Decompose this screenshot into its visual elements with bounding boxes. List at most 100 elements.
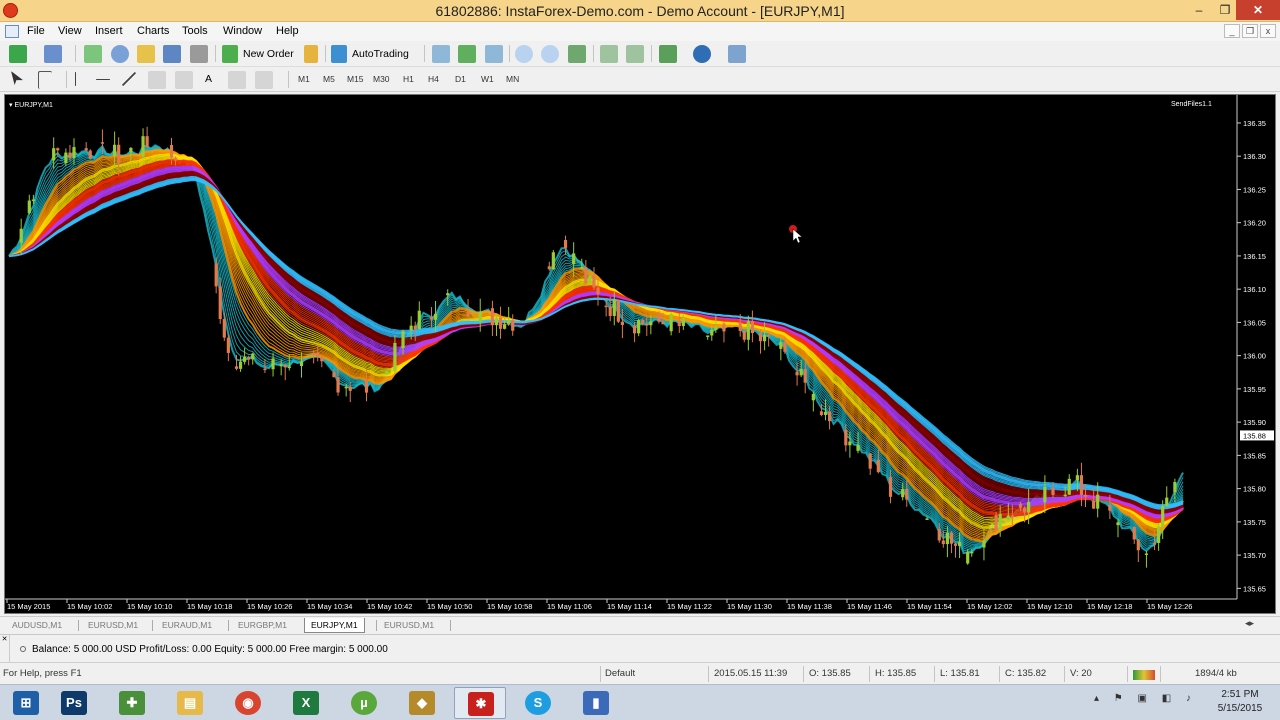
candle-body xyxy=(551,252,555,270)
status-profile[interactable]: Default xyxy=(605,668,635,679)
timeframe-m30[interactable]: M30 xyxy=(373,74,390,84)
terminal-close-button[interactable]: ✕ xyxy=(0,635,10,663)
moving-average-line xyxy=(8,164,1184,520)
zoom-out-icon[interactable] xyxy=(541,45,559,63)
zoom-in-icon[interactable] xyxy=(515,45,533,63)
taskbar-photoshop[interactable]: Ps xyxy=(48,687,100,719)
taskbar-file-explorer[interactable]: ▤ xyxy=(164,687,216,719)
menu-charts[interactable]: Charts xyxy=(137,25,169,37)
price-chart[interactable]: ▾ EURJPY,M1 SendFiles1.1 136.35 136.30 136… xyxy=(4,94,1276,614)
menu-file[interactable]: File xyxy=(27,25,45,37)
auto-trading-button[interactable]: AutoTrading xyxy=(352,48,409,60)
market-watch-icon[interactable] xyxy=(84,45,102,63)
auto-scroll-icon[interactable] xyxy=(626,45,644,63)
tabs-scroll-icon[interactable]: ◂▸ xyxy=(1245,618,1254,629)
timeframe-m15[interactable]: M15 xyxy=(347,74,364,84)
moving-average-line xyxy=(8,173,1184,513)
tab-audusd[interactable]: AUDUSD,M1 xyxy=(6,618,68,633)
mdi-minimize-button[interactable]: _ xyxy=(1224,24,1240,38)
taskbar-chrome[interactable]: ◉ xyxy=(222,687,274,719)
taskbar-skype[interactable]: S xyxy=(512,687,564,719)
data-window-icon[interactable] xyxy=(111,45,129,63)
tab-eurusd-2[interactable]: EURUSD,M1 xyxy=(378,618,440,633)
candle-body xyxy=(72,147,76,158)
menu-view[interactable]: View xyxy=(58,25,82,37)
arrows-icon[interactable] xyxy=(255,71,273,89)
clock[interactable]: 2:51 PM 5/15/2015 xyxy=(1208,688,1272,716)
tab-eurjpy[interactable]: EURJPY,M1 xyxy=(304,618,365,633)
status-bar: For Help, press F1 Default 2015.05.15 11… xyxy=(0,662,1280,684)
timeframe-m5[interactable]: M5 xyxy=(323,74,335,84)
crosshair-icon[interactable] xyxy=(38,71,52,89)
moving-average-line xyxy=(8,162,1184,521)
mdi-close-button[interactable]: x xyxy=(1260,24,1276,38)
taskbar-metatrader[interactable]: ✱ xyxy=(454,687,506,719)
taskbar-utorrent[interactable]: µ xyxy=(338,687,390,719)
candle-body xyxy=(596,287,600,295)
menu-help[interactable]: Help xyxy=(276,25,299,37)
new-order-button[interactable]: New Order xyxy=(243,48,294,60)
tab-eurusd[interactable]: EURUSD,M1 xyxy=(82,618,144,633)
horizontal-line-icon[interactable] xyxy=(96,79,110,80)
timeframe-h4[interactable]: H4 xyxy=(428,74,439,84)
start-button[interactable]: ⊞ xyxy=(0,687,52,719)
moving-average-line xyxy=(8,166,1184,519)
menu-insert[interactable]: Insert xyxy=(95,25,123,37)
profiles-icon[interactable] xyxy=(44,45,62,63)
vertical-line-icon[interactable] xyxy=(75,72,76,86)
minimize-button[interactable]: ‒ xyxy=(1186,0,1212,20)
meta-editor-icon[interactable] xyxy=(304,45,318,63)
candle-body xyxy=(100,142,105,144)
tile-windows-icon[interactable] xyxy=(568,45,586,63)
channel-icon[interactable] xyxy=(148,71,166,89)
timeframe-d1[interactable]: D1 xyxy=(455,74,466,84)
timeframe-h1[interactable]: H1 xyxy=(403,74,414,84)
periods-icon[interactable] xyxy=(693,45,711,63)
connection-status-icon[interactable] xyxy=(1133,670,1155,680)
chart-plot[interactable]: 136.35 136.30 136.25 136.20 136.15 136.10 136.… xyxy=(5,95,1277,615)
timeframe-w1[interactable]: W1 xyxy=(481,74,494,84)
line-chart-icon[interactable] xyxy=(485,45,503,63)
candle-body xyxy=(572,253,576,265)
taskbar-camtasia[interactable]: ✚ xyxy=(106,687,158,719)
moving-average-line xyxy=(8,165,1184,519)
candle-body xyxy=(31,199,35,201)
auto-trading-icon[interactable] xyxy=(331,45,347,63)
trendline-icon[interactable] xyxy=(122,72,136,86)
maximize-button[interactable]: ❐ xyxy=(1212,0,1238,20)
menu-tools[interactable]: Tools xyxy=(182,25,208,37)
chart-shift-icon[interactable] xyxy=(600,45,618,63)
account-summary: Balance: 5 000.00 USD Profit/Loss: 0.00 … xyxy=(20,644,388,655)
close-button[interactable]: ✕ xyxy=(1236,0,1280,20)
text-icon[interactable]: A xyxy=(205,73,212,85)
taskbar-save-app[interactable]: ▮ xyxy=(570,687,622,719)
strategy-tester-icon[interactable] xyxy=(190,45,208,63)
menu-window[interactable]: Window xyxy=(223,25,262,37)
terminal-icon[interactable] xyxy=(163,45,181,63)
timeframe-m1[interactable]: M1 xyxy=(298,74,310,84)
document-icon[interactable] xyxy=(5,25,19,38)
moving-average-line xyxy=(8,178,1184,507)
new-order-icon[interactable] xyxy=(222,45,238,63)
new-chart-icon[interactable] xyxy=(9,45,27,63)
mdi-restore-button[interactable]: ❐ xyxy=(1242,24,1258,38)
candle-body xyxy=(1018,503,1023,508)
candle-body xyxy=(433,313,438,320)
fibonacci-icon[interactable] xyxy=(175,71,193,89)
candlestick-icon[interactable] xyxy=(458,45,476,63)
templates-icon[interactable] xyxy=(728,45,746,63)
taskbar-excel[interactable]: X xyxy=(280,687,332,719)
bar-chart-icon[interactable] xyxy=(432,45,450,63)
candle-body xyxy=(234,366,239,369)
candle-body xyxy=(238,361,243,369)
text-label-icon[interactable] xyxy=(228,71,246,89)
cursor-icon[interactable] xyxy=(11,71,23,85)
taskbar-winrar[interactable]: ◆ xyxy=(396,687,448,719)
indicators-icon[interactable] xyxy=(659,45,677,63)
tab-eurgbp[interactable]: EURGBP,M1 xyxy=(232,618,293,633)
candle-body xyxy=(218,286,222,320)
navigator-icon[interactable] xyxy=(137,45,155,63)
timeframe-mn[interactable]: MN xyxy=(506,74,519,84)
system-tray[interactable]: ▴ ⚑ ▣ ◧ ♪ xyxy=(1094,693,1197,704)
tab-euraud[interactable]: EURAUD,M1 xyxy=(156,618,218,633)
